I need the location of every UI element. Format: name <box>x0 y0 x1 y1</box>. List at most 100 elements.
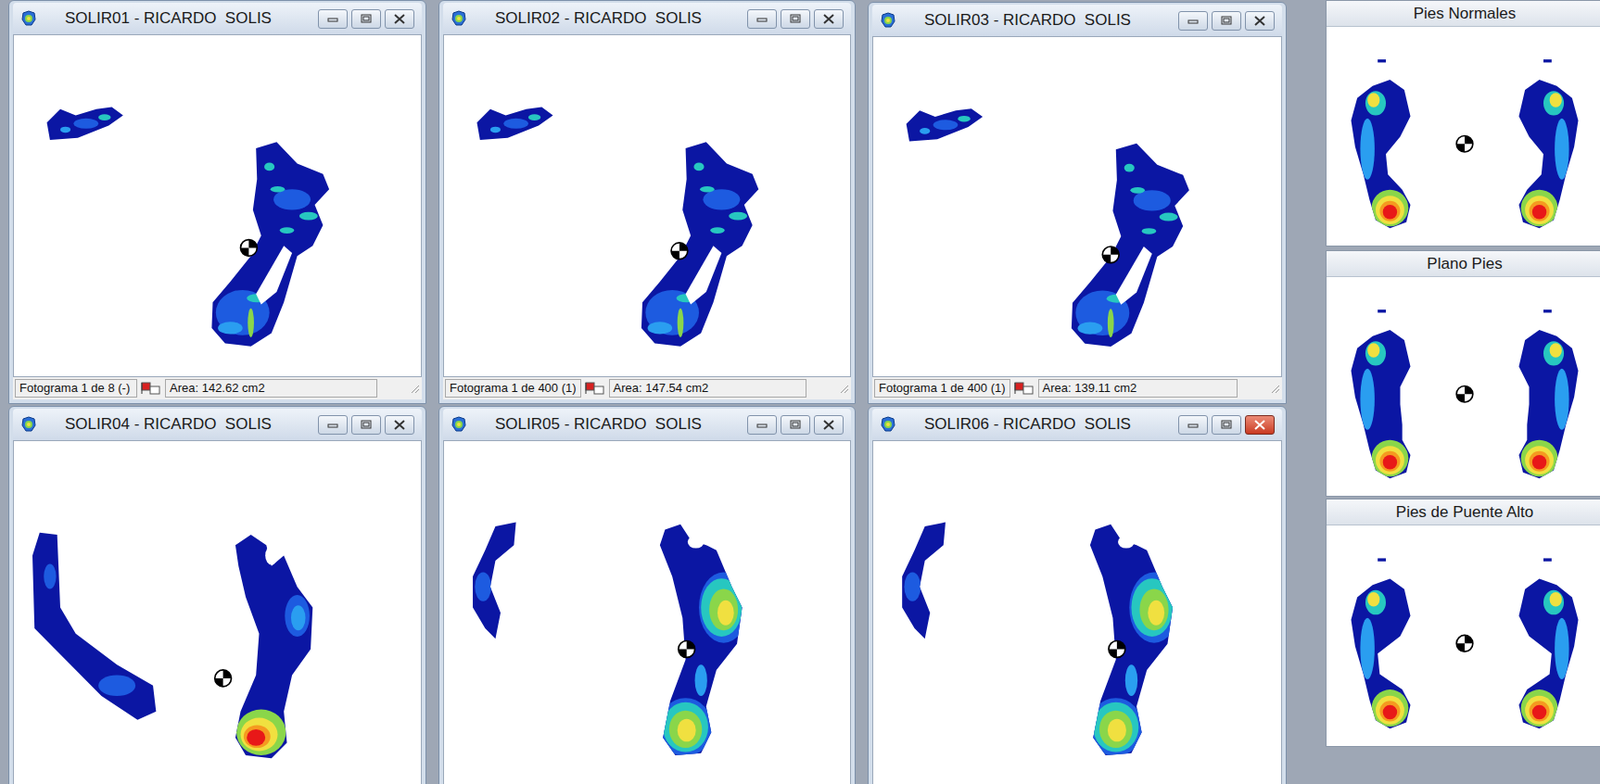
measurement-window[interactable]: SOLIR06 - RICARDO SOLIS <box>867 406 1287 784</box>
foot-print <box>1089 524 1180 757</box>
footprint-view[interactable] <box>12 34 422 378</box>
reference-view <box>1326 525 1600 747</box>
title-bar[interactable]: SOLIR03 - RICARDO SOLIS <box>872 4 1283 37</box>
measurement-window[interactable]: SOLIR05 - RICARDO SOLIS <box>438 406 856 784</box>
min-button[interactable] <box>317 415 348 435</box>
center-of-pressure-icon <box>241 240 258 257</box>
area-field: Area: 142.62 cm2 <box>165 379 378 398</box>
flag-icon[interactable] <box>1014 381 1035 395</box>
close-icon <box>1254 419 1266 431</box>
foot-print <box>641 141 759 347</box>
app-icon <box>879 416 897 433</box>
status-bar: Fotograma 1 de 400 (1) Area: 139.11 cm2 <box>872 377 1283 400</box>
reference-panel: Pies Normales <box>1325 0 1600 247</box>
min-button[interactable] <box>1178 415 1208 435</box>
resize-grip-icon[interactable] <box>408 382 420 394</box>
footprint-view[interactable] <box>12 440 422 784</box>
close-icon <box>1254 15 1266 26</box>
reference-panel: Pies de Puente Alto <box>1325 498 1600 748</box>
center-of-pressure-icon <box>678 640 696 658</box>
window-title: SOLIR05 - RICARDO SOLIS <box>495 414 744 435</box>
center-of-pressure-icon <box>1456 385 1474 403</box>
maximize-icon <box>360 13 372 24</box>
toe-print <box>476 107 553 140</box>
title-bar[interactable]: SOLIR01 - RICARDO SOLIS <box>12 2 422 35</box>
minimize-icon <box>1187 15 1199 26</box>
reference-foot <box>1350 330 1410 479</box>
reference-foot <box>1518 579 1578 730</box>
foot-print <box>472 522 517 640</box>
title-bar[interactable]: SOLIR05 - RICARDO SOLIS <box>443 408 851 441</box>
close-button[interactable] <box>1244 11 1275 31</box>
close-button[interactable] <box>384 415 415 435</box>
measurement-window[interactable]: SOLIR02 - RICARDO SOLIS Fotograma 1 de 40… <box>438 0 856 405</box>
area-field: Area: 139.11 cm2 <box>1038 379 1238 398</box>
max-button[interactable] <box>1211 415 1242 435</box>
center-of-pressure-icon <box>1108 640 1126 658</box>
reference-view <box>1326 26 1600 246</box>
center-of-pressure-icon <box>1102 246 1119 264</box>
close-button[interactable] <box>1244 415 1275 435</box>
frame-counter: Fotograma 1 de 400 (1) <box>874 379 1011 398</box>
max-button[interactable] <box>780 415 811 435</box>
panel-title: Plano Pies <box>1326 251 1600 278</box>
footprint-view[interactable] <box>872 36 1283 378</box>
window-title: SOLIR03 - RICARDO SOLIS <box>924 10 1175 31</box>
footprint-view[interactable] <box>443 440 851 784</box>
toe-print <box>47 107 124 140</box>
max-button[interactable] <box>780 9 811 29</box>
minimize-icon <box>756 419 768 430</box>
frame-counter: Fotograma 1 de 8 (-) <box>14 379 138 398</box>
maximize-icon <box>789 419 801 430</box>
footprint-view[interactable] <box>443 34 851 378</box>
title-bar[interactable]: SOLIR02 - RICARDO SOLIS <box>443 2 851 35</box>
max-button[interactable] <box>1211 11 1242 31</box>
title-bar[interactable]: SOLIR04 - RICARDO SOLIS <box>12 408 422 441</box>
resize-grip-icon[interactable] <box>1269 382 1281 394</box>
status-bar: Fotograma 1 de 8 (-) Area: 142.62 cm2 <box>12 377 422 400</box>
minimize-icon <box>756 13 768 24</box>
reference-view <box>1326 277 1600 496</box>
close-button[interactable] <box>813 9 844 29</box>
minimize-icon <box>327 419 339 430</box>
foot-print <box>211 141 330 347</box>
reference-foot <box>1518 330 1578 479</box>
status-bar: Fotograma 1 de 400 (1)Area: 147.54 cm2 <box>443 377 851 400</box>
maximize-icon <box>360 419 372 430</box>
foot-print <box>659 524 749 757</box>
flag-icon[interactable] <box>140 381 162 395</box>
desktop: SOLIR01 - RICARDO SOLIS Fotograma 1 de 8 … <box>0 0 1600 784</box>
app-icon <box>20 416 38 433</box>
window-title: SOLIR06 - RICARDO SOLIS <box>924 414 1175 435</box>
min-button[interactable] <box>747 9 777 29</box>
app-icon <box>450 416 468 433</box>
maximize-icon <box>789 13 801 24</box>
maximize-icon <box>1220 15 1232 26</box>
footprint-view[interactable] <box>872 440 1283 784</box>
panel-title: Pies de Puente Alto <box>1326 499 1600 526</box>
min-button[interactable] <box>747 415 777 435</box>
reference-foot <box>1350 579 1410 730</box>
close-button[interactable] <box>384 9 415 29</box>
measurement-window[interactable]: SOLIR04 - RICARDO SOLIS <box>8 406 427 784</box>
window-title: SOLIR04 - RICARDO SOLIS <box>64 414 315 435</box>
window-title: SOLIR01 - RICARDO SOLIS <box>64 8 315 29</box>
close-button[interactable] <box>813 415 844 435</box>
max-button[interactable] <box>351 415 381 435</box>
measurement-window[interactable]: SOLIR01 - RICARDO SOLIS Fotograma 1 de 8 … <box>8 0 427 405</box>
center-of-pressure-icon <box>1456 634 1474 652</box>
max-button[interactable] <box>351 9 381 29</box>
min-button[interactable] <box>1178 11 1208 31</box>
min-button[interactable] <box>317 9 348 29</box>
foot-print <box>235 534 313 759</box>
center-of-pressure-icon <box>215 670 232 687</box>
measurement-window[interactable]: SOLIR03 - RICARDO SOLIS Fotograma 1 de 40… <box>867 1 1287 405</box>
panel-title: Pies Normales <box>1326 0 1600 27</box>
foot-print <box>32 533 156 721</box>
title-bar[interactable]: SOLIR06 - RICARDO SOLIS <box>872 408 1283 441</box>
close-icon <box>823 419 835 431</box>
flag-icon[interactable] <box>584 381 606 395</box>
resize-grip-icon[interactable] <box>838 382 850 394</box>
close-icon <box>823 13 835 25</box>
minimize-icon <box>1187 419 1199 430</box>
